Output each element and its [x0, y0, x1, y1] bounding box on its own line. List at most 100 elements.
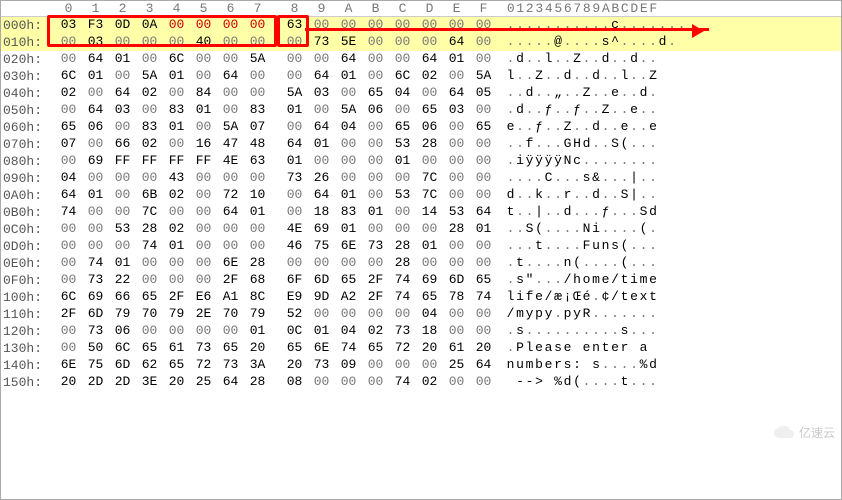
ascii-char[interactable]: m: [592, 272, 602, 287]
ascii-char[interactable]: e: [611, 85, 621, 100]
hex-byte[interactable]: 00: [362, 221, 389, 238]
hex-byte[interactable]: 7C: [136, 204, 163, 221]
hex-byte[interactable]: 74: [389, 374, 416, 391]
hex-byte[interactable]: 00: [335, 17, 362, 34]
hex-byte[interactable]: 03: [55, 17, 82, 34]
hex-byte[interactable]: 00: [82, 136, 109, 153]
hex-byte[interactable]: FF: [163, 153, 190, 170]
ascii-char[interactable]: |: [630, 187, 640, 202]
hex-byte[interactable]: 68: [244, 272, 271, 289]
hex-byte[interactable]: 79: [109, 306, 136, 323]
ascii-char[interactable]: .: [535, 170, 545, 185]
ascii-char[interactable]: .: [573, 17, 583, 32]
ascii-char[interactable]: .: [506, 221, 516, 236]
hex-byte[interactable]: 02: [163, 221, 190, 238]
table-row[interactable]: 020h:006401006C00005A0000640000640100.d.…: [1, 51, 841, 68]
hex-byte[interactable]: 00: [217, 323, 244, 340]
ascii-char[interactable]: .: [506, 85, 516, 100]
ascii-char[interactable]: .: [544, 187, 554, 202]
hex-byte[interactable]: 65: [281, 340, 308, 357]
hex-byte[interactable]: 00: [335, 255, 362, 272]
hex-byte[interactable]: 00: [470, 187, 497, 204]
ascii-char[interactable]: .: [658, 17, 668, 32]
ascii-char[interactable]: .: [573, 119, 583, 134]
ascii-char[interactable]: .: [544, 221, 554, 236]
hex-byte[interactable]: 73: [82, 272, 109, 289]
hex-byte[interactable]: 00: [217, 238, 244, 255]
hex-byte[interactable]: 10: [244, 187, 271, 204]
hex-byte[interactable]: 6D: [109, 357, 136, 374]
ascii-char[interactable]: .: [525, 34, 535, 49]
ascii-char[interactable]: .: [639, 68, 649, 83]
hex-byte[interactable]: 02: [163, 187, 190, 204]
hex-byte[interactable]: 02: [55, 85, 82, 102]
ascii-char[interactable]: .: [639, 51, 649, 66]
hex-byte[interactable]: 16: [190, 136, 217, 153]
ascii-char[interactable]: .: [554, 306, 564, 321]
ascii-char[interactable]: t: [620, 272, 630, 287]
ascii-char[interactable]: .: [563, 221, 573, 236]
ascii-char[interactable]: -: [516, 374, 526, 389]
hex-byte[interactable]: 48: [244, 136, 271, 153]
ascii-char[interactable]: @: [554, 34, 564, 49]
table-row[interactable]: 130h:00506C6561736520656E746572206120.Pl…: [1, 340, 841, 357]
hex-byte[interactable]: 00: [362, 170, 389, 187]
ascii-char[interactable]: y: [525, 306, 535, 321]
hex-byte[interactable]: 64: [217, 374, 244, 391]
ascii-char[interactable]: .: [649, 170, 659, 185]
hex-byte[interactable]: 00: [190, 187, 217, 204]
ascii-char[interactable]: .: [544, 34, 554, 49]
hex-byte[interactable]: 00: [308, 306, 335, 323]
hex-byte[interactable]: 2F: [362, 272, 389, 289]
hex-byte[interactable]: 00: [163, 272, 190, 289]
hex-byte[interactable]: 40: [190, 34, 217, 51]
ascii-char[interactable]: .: [620, 17, 630, 32]
hex-byte[interactable]: 53: [443, 204, 470, 221]
hex-byte[interactable]: 01: [281, 153, 308, 170]
hex-byte[interactable]: 65: [163, 357, 190, 374]
hex-byte[interactable]: 00: [217, 170, 244, 187]
ascii-char[interactable]: l: [620, 68, 630, 83]
hex-byte[interactable]: 00: [163, 323, 190, 340]
ascii-char[interactable]: .: [506, 153, 516, 168]
ascii-char[interactable]: ÿ: [525, 153, 535, 168]
hex-byte[interactable]: 64: [82, 102, 109, 119]
hex-byte[interactable]: 00: [443, 119, 470, 136]
hex-byte[interactable]: 6E: [217, 255, 244, 272]
ascii-char[interactable]: .: [649, 187, 659, 202]
hex-byte[interactable]: 73: [190, 340, 217, 357]
hex-byte[interactable]: 62: [136, 357, 163, 374]
ascii-char[interactable]: .: [592, 204, 602, 219]
ascii-char[interactable]: .: [601, 374, 611, 389]
hex-byte[interactable]: 0C: [281, 323, 308, 340]
ascii-char[interactable]: .: [677, 17, 687, 32]
table-row[interactable]: 070h:07006602001647486401000053280000..f…: [1, 136, 841, 153]
ascii-char[interactable]: ÿ: [554, 153, 564, 168]
ascii-char[interactable]: .: [601, 85, 611, 100]
ascii-char[interactable]: .: [611, 306, 621, 321]
hex-byte[interactable]: 00: [443, 374, 470, 391]
ascii-char[interactable]: l: [544, 51, 554, 66]
ascii-char[interactable]: .: [563, 85, 573, 100]
ascii-char[interactable]: .: [668, 17, 678, 32]
hex-byte[interactable]: 83: [136, 119, 163, 136]
ascii-char[interactable]: P: [516, 340, 526, 355]
ascii-char[interactable]: ^: [611, 34, 621, 49]
ascii-char[interactable]: i: [592, 221, 602, 236]
ascii-char[interactable]: (: [620, 255, 630, 270]
hex-byte[interactable]: 00: [281, 68, 308, 85]
ascii-char[interactable]: .: [506, 34, 516, 49]
hex-byte[interactable]: 20: [470, 340, 497, 357]
ascii-char[interactable]: .: [516, 238, 526, 253]
hex-byte[interactable]: 05: [470, 85, 497, 102]
hex-byte[interactable]: 00: [244, 68, 271, 85]
ascii-char[interactable]: .: [630, 85, 640, 100]
ascii-char[interactable]: d: [525, 85, 535, 100]
hex-byte[interactable]: 0A: [136, 17, 163, 34]
hex-byte[interactable]: 00: [335, 306, 362, 323]
hex-byte[interactable]: 00: [362, 34, 389, 51]
ascii-char[interactable]: .: [630, 357, 640, 372]
hex-byte[interactable]: 4E: [281, 221, 308, 238]
ascii-char[interactable]: .: [525, 170, 535, 185]
hex-byte[interactable]: 01: [163, 68, 190, 85]
